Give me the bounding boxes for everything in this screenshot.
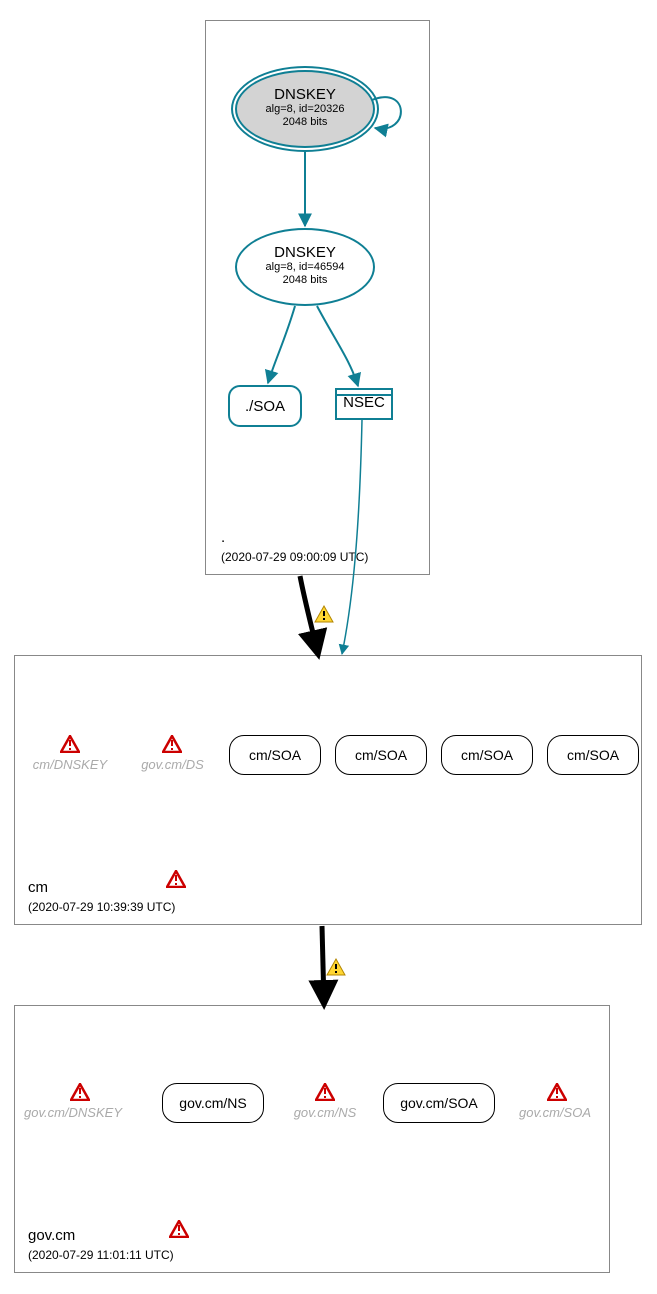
error-icon: [162, 735, 182, 753]
root-ksk: DNSKEY alg=8, id=20326 2048 bits: [235, 70, 375, 148]
root-ksk-title: DNSKEY: [237, 86, 373, 103]
error-icon: [169, 1220, 189, 1238]
root-zsk-title: DNSKEY: [237, 244, 373, 261]
zone-cm: cm (2020-07-29 10:39:39 UTC): [14, 655, 642, 925]
error-icon: [166, 870, 186, 888]
zone-gov-label: gov.cm: [28, 1227, 75, 1244]
zone-gov-ts: (2020-07-29 11:01:11 UTC): [28, 1248, 174, 1262]
root-ksk-alg: alg=8, id=20326: [237, 103, 373, 116]
error-icon: [315, 1083, 335, 1101]
zone-root-label: .: [221, 529, 225, 546]
gov-ns: gov.cm/NS: [162, 1083, 264, 1123]
root-zsk: DNSKEY alg=8, id=46594 2048 bits: [235, 228, 375, 306]
root-soa: ./SOA: [228, 385, 302, 427]
warn-icon: [314, 605, 334, 623]
warn-icon: [326, 958, 346, 976]
cm-dnskey-bogus-text: cm/DNSKEY: [30, 757, 110, 772]
error-icon: [60, 735, 80, 753]
zone-root-ts: (2020-07-29 09:00:09 UTC): [221, 550, 368, 564]
gov-dnskey-bogus-text: gov.cm/DNSKEY: [23, 1105, 123, 1120]
cm-soa-4: cm/SOA: [547, 735, 639, 775]
root-zsk-alg: alg=8, id=46594: [237, 261, 373, 274]
cm-soa-3: cm/SOA: [441, 735, 533, 775]
root-nsec: NSEC: [335, 388, 393, 420]
cm-ds-bogus-text: gov.cm/DS: [135, 757, 210, 772]
gov-soa: gov.cm/SOA: [383, 1083, 495, 1123]
error-icon: [547, 1083, 567, 1101]
zone-gov: gov.cm (2020-07-29 11:01:11 UTC): [14, 1005, 610, 1273]
cm-soa-2: cm/SOA: [335, 735, 427, 775]
error-icon: [70, 1083, 90, 1101]
root-ksk-bits: 2048 bits: [237, 116, 373, 129]
zone-cm-ts: (2020-07-29 10:39:39 UTC): [28, 900, 175, 914]
zone-cm-label: cm: [28, 879, 48, 896]
root-zsk-bits: 2048 bits: [237, 274, 373, 287]
cm-soa-1: cm/SOA: [229, 735, 321, 775]
gov-ns-bogus-text: gov.cm/NS: [285, 1105, 365, 1120]
gov-soa-bogus-text: gov.cm/SOA: [510, 1105, 600, 1120]
